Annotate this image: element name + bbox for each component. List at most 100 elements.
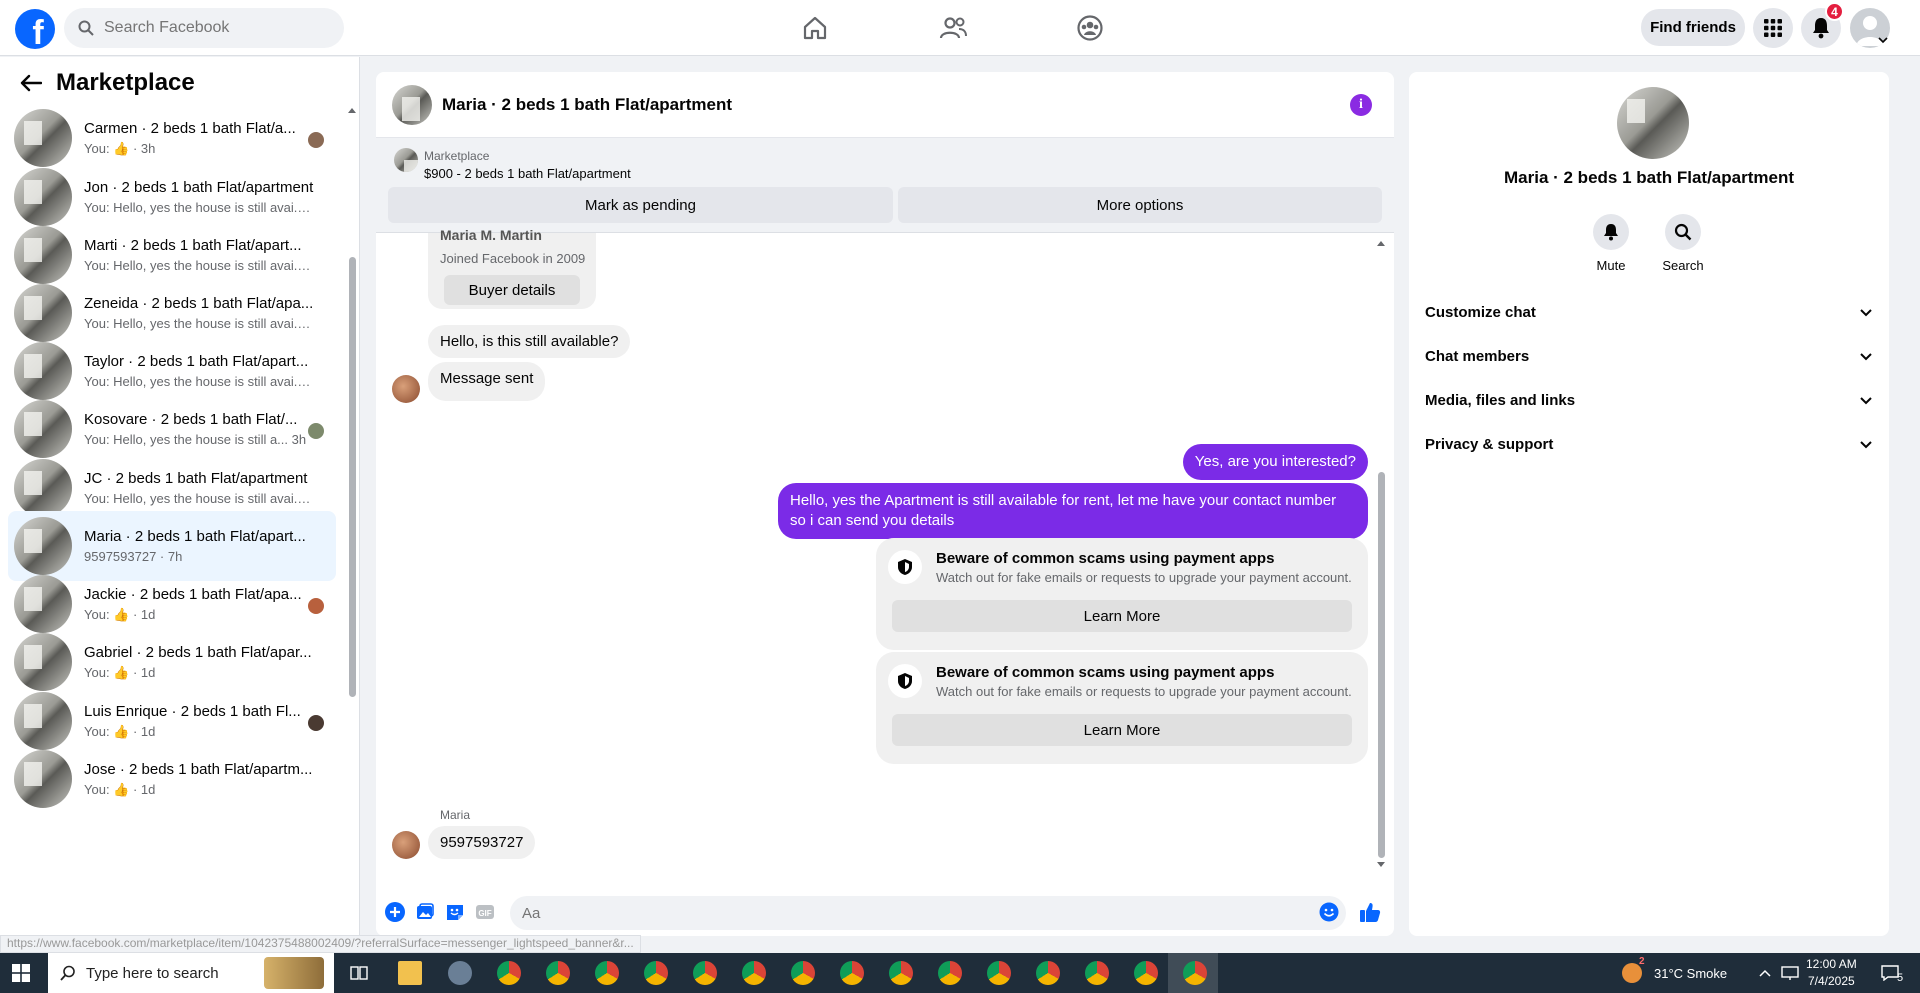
add-plus-icon[interactable] — [384, 901, 406, 923]
chrome-icon[interactable] — [742, 961, 766, 985]
svg-text:GIF: GIF — [478, 909, 491, 918]
privacy-support-row[interactable]: Privacy & support — [1425, 424, 1873, 464]
search-icon — [1674, 223, 1692, 241]
scroll-up-arrow-icon[interactable] — [348, 107, 356, 113]
gif-icon[interactable]: GIF — [474, 901, 496, 923]
warning-text: Watch out for fake emails or requests to… — [936, 684, 1352, 699]
chat-scroll-down-icon[interactable] — [1377, 862, 1385, 868]
windows-start-icon[interactable] — [12, 964, 30, 982]
customize-chat-row[interactable]: Customize chat — [1425, 292, 1873, 332]
listing-price-title[interactable]: $900 - 2 beds 1 bath Flat/apartment — [424, 166, 631, 181]
chat-scroll-up-icon[interactable] — [1377, 240, 1385, 246]
show-hidden-icons-chevron-icon[interactable] — [1759, 969, 1771, 977]
scam-warning-card: Beware of common scams using payment app… — [876, 652, 1368, 764]
task-view-icon[interactable] — [350, 964, 368, 982]
weather-widget[interactable]: 2 31°C Smoke — [1622, 953, 1727, 993]
chrome-icon[interactable] — [791, 961, 815, 985]
network-icon[interactable] — [1781, 965, 1799, 981]
chat-thumbnail[interactable] — [392, 84, 432, 125]
learn-more-button[interactable]: Learn More — [892, 600, 1352, 632]
participant-avatar — [308, 598, 324, 614]
chrome-icon[interactable] — [546, 961, 570, 985]
weather-badge: 2 — [1639, 956, 1645, 967]
participant-avatar — [308, 423, 324, 439]
conversation-preview: You: 👍 · 1d — [84, 723, 156, 739]
search-in-conversation-button[interactable]: Search — [1653, 214, 1713, 273]
message-input[interactable] — [510, 896, 1346, 930]
chrome-icon[interactable] — [595, 961, 619, 985]
account-chevron-icon[interactable] — [1878, 36, 1888, 44]
chrome-icon[interactable] — [644, 961, 668, 985]
chrome-icon[interactable] — [693, 961, 717, 985]
more-options-button[interactable]: More options — [898, 187, 1382, 223]
row-label: Customize chat — [1425, 303, 1536, 321]
conversation-preview: You: Hello, yes the house is still avai.… — [84, 200, 314, 215]
taskbar-clock[interactable]: 12:00 AM 7/4/2025 — [1806, 956, 1857, 990]
search-label: Search — [1662, 258, 1704, 273]
sender-avatar[interactable] — [392, 375, 420, 403]
photo-icon[interactable] — [414, 901, 436, 923]
taskbar-search-box[interactable]: Type here to search — [48, 953, 334, 993]
sender-avatar[interactable] — [392, 831, 420, 859]
top-navigation-bar: f Find friends 4 — [0, 0, 1920, 56]
find-friends-button[interactable]: Find friends — [1641, 9, 1745, 46]
sidebar-scrollbar[interactable] — [349, 257, 356, 697]
conversation-preview: You: 👍 · 3h — [84, 140, 156, 156]
conversation-preview: You: Hello, yes the house is still a... … — [84, 432, 307, 447]
chrome-icon[interactable] — [938, 961, 962, 985]
mark-as-pending-button[interactable]: Mark as pending — [388, 187, 893, 223]
thumbs-up-icon[interactable] — [1359, 901, 1381, 923]
learn-more-button[interactable]: Learn More — [892, 714, 1352, 746]
friends-icon[interactable] — [935, 12, 971, 44]
chrome-icon[interactable] — [1085, 961, 1109, 985]
emoji-icon[interactable] — [1318, 901, 1340, 923]
chrome-icon[interactable] — [840, 961, 864, 985]
status-bar-url: https://www.facebook.com/marketplace/ite… — [0, 935, 641, 953]
mute-button[interactable]: Mute — [1581, 214, 1641, 273]
chrome-icon[interactable] — [1183, 961, 1207, 985]
chat-title[interactable]: Maria · 2 beds 1 bath Flat/apartment — [442, 95, 732, 115]
listing-thumbnail — [14, 633, 72, 691]
buyer-details-button[interactable]: Buyer details — [444, 275, 580, 305]
facebook-logo[interactable]: f — [15, 9, 55, 49]
groups-icon[interactable] — [1072, 12, 1108, 44]
shield-icon — [888, 664, 922, 698]
listing-thumbnail — [14, 692, 72, 750]
conversation-item[interactable]: Jose · 2 beds 1 bath Flat/apartm... You: … — [8, 744, 336, 814]
menu-grid-icon[interactable] — [1753, 8, 1793, 48]
listing-thumbnail — [394, 148, 418, 172]
sidebar-title: Marketplace — [56, 69, 195, 96]
buyer-profile-card: Maria M. Martin Joined Facebook in 2009 … — [428, 227, 596, 309]
search-input[interactable] — [104, 19, 324, 37]
chat-members-row[interactable]: Chat members — [1425, 336, 1873, 376]
search-box[interactable] — [64, 8, 344, 48]
participant-avatar — [308, 132, 324, 148]
chat-panel: Maria · 2 beds 1 bath Flat/apartment i M… — [376, 72, 1394, 936]
row-label: Privacy & support — [1425, 435, 1554, 453]
participant-avatar — [308, 715, 324, 731]
chrome-icon[interactable] — [987, 961, 1011, 985]
chrome-icon[interactable] — [1134, 961, 1158, 985]
conversation-title: Carmen · 2 beds 1 bath Flat/a... — [84, 119, 296, 137]
sticker-icon[interactable] — [444, 901, 466, 923]
home-icon[interactable] — [797, 12, 833, 44]
notifications-badge: 4 — [1825, 2, 1844, 21]
conversation-title: Jackie · 2 beds 1 bath Flat/apa... — [84, 585, 302, 603]
listing-thumbnail — [14, 750, 72, 808]
back-arrow-icon[interactable] — [20, 74, 42, 92]
chrome-icon[interactable] — [1036, 961, 1060, 985]
listing-thumbnail — [14, 459, 72, 517]
conversation-title: JC · 2 beds 1 bath Flat/apartment — [84, 470, 308, 487]
listing-large-thumbnail[interactable] — [1617, 87, 1689, 159]
chrome-icon[interactable] — [497, 961, 521, 985]
mute-label: Mute — [1596, 258, 1626, 273]
chevron-down-icon — [1860, 396, 1872, 404]
media-files-links-row[interactable]: Media, files and links — [1425, 380, 1873, 420]
info-icon[interactable]: i — [1350, 94, 1372, 116]
warning-title: Beware of common scams using payment app… — [936, 550, 1275, 567]
chat-scrollbar[interactable] — [1378, 472, 1385, 858]
file-explorer-icon[interactable] — [398, 961, 422, 985]
chrome-icon[interactable] — [889, 961, 913, 985]
row-label: Media, files and links — [1425, 391, 1576, 409]
app-icon[interactable] — [448, 961, 472, 985]
